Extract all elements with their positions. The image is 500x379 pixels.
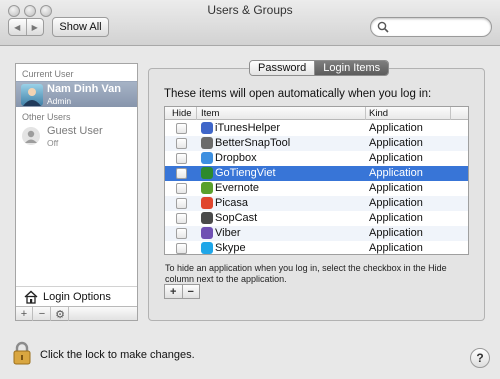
hide-checkbox[interactable] [176,228,187,239]
remove-login-item-button[interactable]: − [183,285,200,298]
show-all-button[interactable]: Show All [52,17,109,37]
hide-instructions: To hide an application when you log in, … [165,263,447,284]
table-row[interactable]: Evernote Application [165,181,468,196]
item-name: BetterSnapTool [215,137,291,149]
gotiengviet-icon [201,167,213,179]
gear-icon[interactable]: ⚙ [52,307,69,321]
item-name: Skype [215,242,246,254]
dropbox-icon [201,152,213,164]
forward-arrow-button[interactable]: ▶ [27,19,44,35]
viber-icon [201,227,213,239]
search-icon [377,21,389,33]
guest-user-name: Guest User [47,125,103,137]
add-user-button[interactable]: + [16,307,33,321]
window-title: Users & Groups [207,3,293,17]
help-button[interactable]: ? [470,348,490,368]
lock-icon[interactable] [12,340,32,366]
tab-login-items[interactable]: Login Items [314,61,389,75]
hide-checkbox[interactable] [176,243,187,254]
remove-user-button[interactable]: − [34,307,51,321]
back-forward-control: ◀ ▶ [8,18,44,36]
tab-bar: Password Login Items [249,60,390,76]
item-name: iTunesHelper [215,122,281,134]
item-name: Evernote [215,182,260,194]
house-icon [24,290,38,304]
current-user-row[interactable]: Nam Dinh Van Admin [16,81,137,107]
item-kind: Application [369,122,423,134]
other-users-header: Other Users [22,112,71,122]
users-list-toolbar: + − ⚙ [16,306,137,321]
hide-checkbox[interactable] [176,183,187,194]
hide-checkbox[interactable] [176,138,187,149]
back-arrow-button[interactable]: ◀ [9,19,27,35]
evernote-icon [201,182,213,194]
hide-checkbox[interactable] [176,213,187,224]
item-kind: Application [369,137,423,149]
login-items-table: Hide Item Kind iTunesHelper Application Be… [164,106,469,255]
item-kind: Application [369,197,423,209]
lock-message: Click the lock to make changes. [40,349,195,361]
login-items-add-remove: + − [164,284,200,299]
table-row[interactable]: BetterSnapTool Application [165,136,468,151]
item-name: Viber [215,227,241,239]
guest-user-icon [22,127,40,145]
hide-checkbox[interactable] [176,168,187,179]
add-login-item-button[interactable]: + [165,285,183,298]
itunes-icon [201,122,213,134]
item-kind: Application [369,152,423,164]
table-header: Hide Item Kind [165,107,468,120]
avatar [21,84,43,106]
sopcast-icon [201,212,213,224]
item-kind: Application [369,167,423,179]
item-kind: Application [369,227,423,239]
hide-checkbox[interactable] [176,153,187,164]
users-list-panel: Current User Nam Dinh Van Admin Other Us… [15,63,138,321]
search-input[interactable] [370,17,492,37]
column-header-kind[interactable]: Kind [369,108,388,119]
item-name: SopCast [215,212,258,224]
guest-user-status: Off [47,138,59,148]
table-row[interactable]: Dropbox Application [165,151,468,166]
column-header-item[interactable]: Item [201,108,219,119]
column-header-hide[interactable]: Hide [172,108,192,119]
current-user-role: Admin [47,96,72,106]
hide-checkbox[interactable] [176,198,187,209]
item-name: Dropbox [215,152,257,164]
tab-password[interactable]: Password [250,61,315,75]
item-name: GoTiengViet [215,167,276,179]
item-kind: Application [369,242,423,254]
login-items-heading: These items will open automatically when… [164,88,432,100]
current-user-name: Nam Dinh Van [47,83,121,95]
table-row[interactable]: Skype Application [165,241,468,254]
table-row[interactable]: SopCast Application [165,211,468,226]
guest-user-row[interactable]: Guest User Off [16,124,137,150]
hide-checkbox[interactable] [176,123,187,134]
table-row[interactable]: iTunesHelper Application [165,121,468,136]
item-kind: Application [369,212,423,224]
window-titlebar: Users & Groups ◀ ▶ Show All [0,0,500,46]
current-user-header: Current User [22,69,74,79]
login-options-label: Login Options [43,291,111,303]
picasa-icon [201,197,213,209]
bettersnaptool-icon [201,137,213,149]
item-kind: Application [369,182,423,194]
table-row[interactable]: Picasa Application [165,196,468,211]
item-name: Picasa [215,197,249,209]
login-options-item[interactable]: Login Options [16,286,137,306]
table-row[interactable]: Viber Application [165,226,468,241]
skype-icon [201,242,213,254]
table-row[interactable]: GoTiengViet Application [165,166,468,181]
